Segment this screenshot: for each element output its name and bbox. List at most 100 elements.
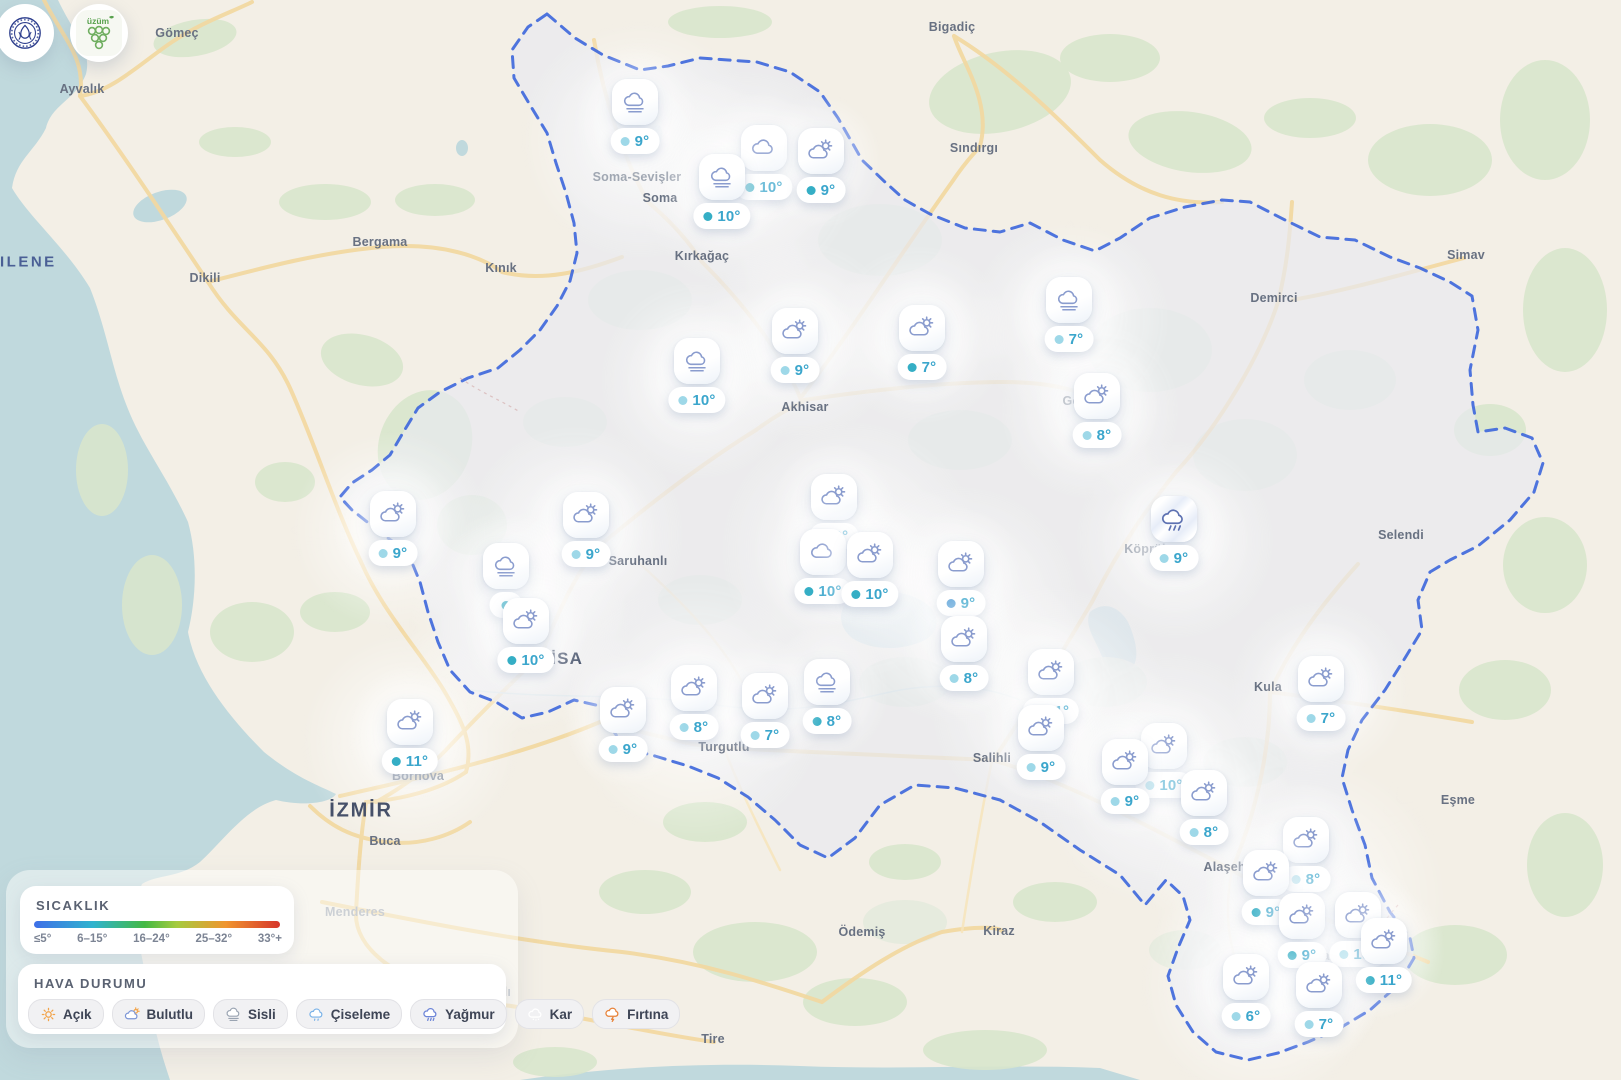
partly-cloudy-icon (806, 136, 836, 166)
temperature-pill[interactable]: 10° (693, 203, 750, 229)
weather-card-partly-cloudy[interactable] (387, 699, 433, 745)
condition-chip--iseleme[interactable]: Çiseleme (296, 999, 402, 1029)
weather-card-partly-cloudy[interactable] (1074, 373, 1120, 419)
weather-card-partly-cloudy[interactable] (847, 532, 893, 578)
weather-card-partly-cloudy[interactable] (1243, 850, 1289, 896)
weather-card-partly-cloudy[interactable] (503, 598, 549, 644)
temperature-pill[interactable]: 9° (611, 128, 660, 154)
weather-card-partly-cloudy[interactable] (1296, 962, 1342, 1008)
weather-map[interactable]: GömeçAyvalıkBigadiçSındırgıBergamaDikili… (0, 0, 1621, 1080)
weather-card-partly-cloudy[interactable] (1223, 954, 1269, 1000)
temperature-dot (1160, 554, 1169, 563)
weather-card-partly-cloudy[interactable] (1018, 705, 1064, 751)
temperature-dot (1232, 1012, 1241, 1021)
temperature-value: 8° (827, 713, 842, 730)
weather-card-fog[interactable] (483, 543, 529, 589)
temperature-pill[interactable]: 7° (741, 722, 790, 748)
weather-card-cloud[interactable] (741, 125, 787, 171)
org-seal-icon (6, 14, 44, 52)
weather-card-fog[interactable] (1046, 277, 1092, 323)
uzum-logo: üzüm (76, 10, 122, 56)
weather-card-cloud[interactable] (800, 529, 846, 575)
condition-chips: AçıkBulutluSisliÇiselemeYağmurKarFırtına (28, 999, 506, 1029)
temperature-dot (908, 363, 917, 372)
weather-card-partly-cloudy[interactable] (1283, 817, 1329, 863)
condition-chip-sisli[interactable]: Sisli (213, 999, 288, 1029)
weather-card-fog[interactable] (699, 154, 745, 200)
weather-card-partly-cloudy[interactable] (563, 492, 609, 538)
temperature-dot (804, 587, 813, 596)
weather-card-partly-cloudy[interactable] (1028, 649, 1074, 695)
temperature-pill[interactable]: 11° (382, 748, 438, 774)
temperature-pill[interactable]: 10° (668, 387, 725, 413)
weather-card-partly-cloudy[interactable] (671, 665, 717, 711)
weather-card-partly-cloudy[interactable] (811, 474, 857, 520)
temperature-pill[interactable]: 7° (1295, 1011, 1344, 1037)
temperature-pill[interactable]: 10° (497, 647, 554, 673)
temperature-value: 9° (623, 741, 638, 758)
temperature-pill[interactable]: 9° (937, 590, 986, 616)
temperature-pill[interactable]: 8° (1073, 422, 1122, 448)
weather-card-partly-cloudy[interactable] (600, 687, 646, 733)
condition-chip-ya-mur[interactable]: Yağmur (410, 999, 507, 1029)
condition-chip-label: Açık (63, 1007, 92, 1022)
uzum-app-button[interactable]: üzüm (70, 4, 128, 62)
temperature-pill[interactable]: 9° (771, 357, 820, 383)
condition-chip-f-rt-na[interactable]: Fırtına (592, 999, 680, 1029)
condition-chip-label: Çiseleme (331, 1007, 390, 1022)
temperature-pill[interactable]: 8° (940, 665, 989, 691)
condition-chip-bulutlu[interactable]: Bulutlu (112, 999, 206, 1029)
temperature-pill[interactable]: 9° (369, 540, 418, 566)
weather-card-partly-cloudy[interactable] (899, 305, 945, 351)
temperature-pill[interactable]: 9° (599, 736, 648, 762)
map-label-kiraz: Kiraz (983, 924, 1015, 938)
weather-card-partly-cloudy[interactable] (938, 541, 984, 587)
temperature-pill[interactable]: 6° (1222, 1003, 1271, 1029)
temperature-pill[interactable]: 9° (1017, 754, 1066, 780)
temperature-value: 9° (586, 546, 601, 563)
weather-card-partly-cloudy[interactable] (941, 616, 987, 662)
map-label--demi-: Ödemiş (838, 925, 885, 939)
fog-icon (620, 87, 650, 117)
partly-cloudy-icon (1026, 713, 1056, 743)
condition-chip-kar[interactable]: Kar (515, 999, 585, 1029)
weather-card-partly-cloudy[interactable] (772, 308, 818, 354)
weather-card-partly-cloudy[interactable] (1181, 770, 1227, 816)
map-label-dikili: Dikili (189, 271, 220, 285)
weather-card-rain[interactable] (1151, 496, 1197, 542)
temperature-pill[interactable]: 7° (1297, 705, 1346, 731)
partly-cloudy-icon (907, 313, 937, 343)
condition-chip-label: Kar (550, 1007, 573, 1022)
weather-card-partly-cloudy[interactable] (1102, 739, 1148, 785)
temperature-pill[interactable]: 11° (1356, 967, 1412, 993)
partly-cloudy-icon (1036, 657, 1066, 687)
weather-card-partly-cloudy[interactable] (742, 673, 788, 719)
legend-panel: SICAKLIK ≤5°6–15°16–24°25–32°33°+ HAVA D… (6, 870, 518, 1048)
temperature-value: 9° (821, 182, 836, 199)
temperature-value: 8° (694, 719, 709, 736)
weather-card-partly-cloudy[interactable] (1279, 893, 1325, 939)
weather-card-fog[interactable] (612, 79, 658, 125)
temperature-pill[interactable]: 9° (797, 177, 846, 203)
weather-card-fog[interactable] (804, 659, 850, 705)
weather-card-partly-cloudy[interactable] (1298, 656, 1344, 702)
temperature-pill[interactable]: 10° (841, 581, 898, 607)
temperature-pill[interactable]: 8° (1180, 819, 1229, 845)
temperature-pill[interactable]: 9° (1150, 545, 1199, 571)
weather-card-fog[interactable] (674, 338, 720, 384)
temperature-pill[interactable]: 7° (898, 354, 947, 380)
weather-card-partly-cloudy[interactable] (370, 491, 416, 537)
temperature-pill[interactable]: 8° (803, 708, 852, 734)
condition-chip-a-k[interactable]: Açık (28, 999, 104, 1029)
temperature-pill[interactable]: 8° (670, 714, 719, 740)
temperature-pill[interactable]: 9° (562, 541, 611, 567)
map-label-s-nd-rg-: Sındırgı (950, 141, 998, 155)
weather-card-partly-cloudy[interactable] (1361, 918, 1407, 964)
temperature-value: 8° (1204, 824, 1219, 841)
temperature-dot (807, 186, 816, 195)
temperature-pill[interactable]: 7° (1045, 326, 1094, 352)
weather-card-partly-cloudy[interactable] (798, 128, 844, 174)
partly-cloudy-icon (395, 707, 425, 737)
rain-icon (422, 1006, 439, 1023)
temperature-pill[interactable]: 9° (1101, 788, 1150, 814)
